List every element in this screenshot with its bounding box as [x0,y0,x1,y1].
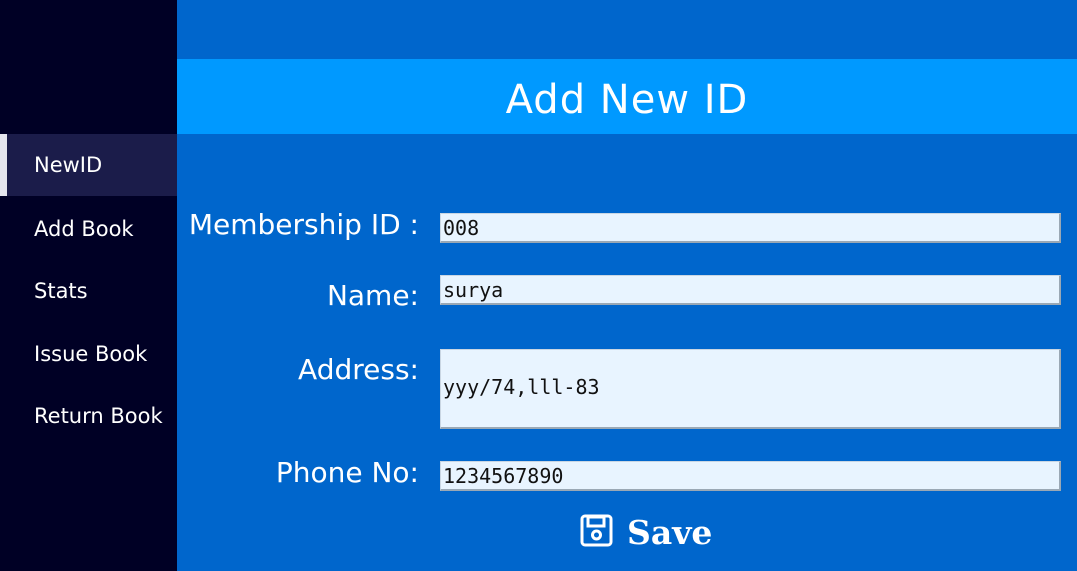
save-button[interactable]: Save [580,510,712,554]
sidebar-item-return-book[interactable]: Return Book [0,385,177,447]
phone-field[interactable] [440,461,1061,491]
phone-label: Phone No: [275,456,419,489]
save-button-label: Save [627,512,713,552]
name-field[interactable] [440,275,1061,305]
sidebar-item-newid[interactable]: NewID [0,134,177,196]
sidebar-item-issue-book[interactable]: Issue Book [0,323,177,385]
address-field[interactable]: yyy/74,lll-83 [440,349,1061,429]
sidebar: NewID Add Book Stats Issue Book Return B… [0,0,177,571]
sidebar-item-add-book[interactable]: Add Book [0,198,177,260]
main-panel: Add New ID Membership ID : Name: Address… [177,0,1077,571]
membership-id-field[interactable] [440,213,1061,243]
floppy-disk-icon [580,514,613,550]
name-label: Name: [326,279,419,312]
page-title: Add New ID [177,59,1077,134]
membership-id-label: Membership ID : [188,208,419,241]
address-label: Address: [298,353,419,386]
sidebar-item-stats[interactable]: Stats [0,260,177,322]
